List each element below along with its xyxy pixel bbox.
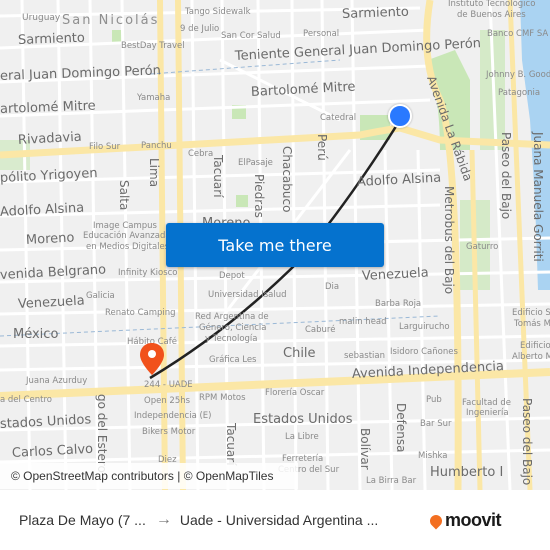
street-label: Paseo del Bajo [520, 398, 534, 486]
poi-label[interactable]: 9 de Julio [180, 25, 219, 34]
street-label: Paseo del Bajo [499, 132, 513, 220]
poi-label[interactable]: Filo Sur [89, 143, 120, 152]
brand-name: moovit [445, 510, 502, 530]
poi-label[interactable]: Personal [303, 30, 339, 39]
moovit-logo[interactable]: moovit [427, 510, 502, 531]
poi-label[interactable]: Dia [325, 283, 339, 292]
poi-label[interactable]: Patagonia [498, 89, 540, 98]
street-label: Rivadavia [17, 129, 83, 148]
map[interactable]: San Nicolás Uruguay Sarmiento Sarmiento … [0, 0, 550, 490]
street-label: go del Estero [95, 394, 109, 473]
poi-label[interactable]: Juana Azurduy [26, 377, 87, 386]
destination-name: Uade - Universidad Argentina ... [179, 512, 379, 528]
poi-label[interactable]: y Tecnología [205, 335, 258, 344]
street-label: Tacuarí [211, 155, 225, 198]
street-label: Chile [283, 346, 316, 361]
take-me-there-button[interactable]: Take me there [166, 223, 384, 267]
origin-name: Plaza De Mayo (7 ... [19, 512, 146, 528]
arrow-right-icon: → [155, 511, 172, 528]
district-label: San Nicolás [62, 13, 160, 28]
street-label: Humberto I [430, 465, 504, 480]
origin-marker[interactable] [388, 104, 412, 128]
poi-label[interactable]: Florería Oscar [265, 389, 324, 398]
street-label: a del Centro [0, 395, 52, 405]
poi-label[interactable]: Ingeniería [466, 409, 509, 418]
poi-label[interactable]: Banco CMF SA [487, 30, 548, 39]
footer: Plaza De Mayo (7 ... → Uade - Universida… [0, 490, 550, 550]
poi-label[interactable]: Cebra [188, 150, 213, 159]
poi-label[interactable]: de Buenos Aires [457, 11, 526, 20]
poi-label[interactable]: Depot [219, 272, 245, 281]
poi-label[interactable]: Image Campus [93, 222, 157, 231]
poi-label[interactable]: en Medios Digitales [86, 243, 169, 252]
poi-label[interactable]: Renato Camping [105, 309, 176, 318]
poi-label[interactable]: Facultad de [462, 399, 511, 408]
poi-label[interactable]: Alberto M [512, 353, 550, 362]
street-label: Estados Unidos [253, 412, 353, 427]
street-label: Venezuela [361, 265, 430, 284]
map-pin-icon [140, 343, 164, 375]
street-label: Uruguay [22, 13, 61, 23]
street-label: Salta [117, 180, 131, 211]
street-label: Juana Manuela Gorriti [531, 132, 545, 262]
street-label: Sarmiento [341, 4, 410, 22]
poi-label[interactable]: Mishka [418, 452, 448, 461]
street-label: Piedras [252, 174, 266, 218]
poi-label[interactable]: Barba Roja [375, 300, 421, 309]
poi-label[interactable]: ElPasaje [238, 159, 273, 168]
poi-label[interactable]: Gráfica Les [209, 356, 256, 365]
poi-label[interactable]: La Birra Bar [366, 477, 416, 486]
street-label: Bolívar [358, 428, 372, 470]
poi-label[interactable]: Tomás M [514, 320, 550, 329]
poi-label[interactable]: Pub [426, 396, 442, 405]
poi-label[interactable]: Independencia (E) [134, 412, 212, 421]
poi-label[interactable]: Panchu [141, 142, 172, 151]
street-label: Venezuela [17, 293, 86, 312]
poi-label[interactable]: RPM Motos [199, 394, 246, 403]
poi-label[interactable]: Instituto Tecnológico [448, 0, 535, 9]
poi-label[interactable]: BestDay Travel [121, 42, 185, 51]
poi-label[interactable]: Galicia [86, 292, 115, 301]
park-small [236, 195, 248, 207]
poi-label[interactable]: Bar Sur [420, 420, 452, 429]
poi-label[interactable]: Universidad Isalud [208, 291, 287, 300]
poi-label[interactable]: Tango Sidewalk [185, 8, 251, 17]
poi-label[interactable]: Isidoro Cañones [390, 348, 458, 357]
street-label: Sarmiento [17, 30, 86, 48]
street-label: Defensa [394, 403, 408, 453]
poi-label[interactable]: Gaturro [466, 243, 498, 252]
street-label: Tacuarí [224, 423, 238, 466]
poi-label[interactable]: La Libre [285, 433, 319, 442]
poi-label[interactable]: Johnny B. Good [486, 71, 550, 80]
map-attribution[interactable]: © OpenStreetMap contributors | © OpenMap… [0, 463, 298, 489]
moovit-pin-icon [427, 512, 445, 529]
street-label: artolomé Mitre [0, 98, 96, 117]
poi-label[interactable]: San Cor Salud [221, 32, 281, 41]
poi-label[interactable]: Red Argentina de [195, 313, 269, 322]
poi-label[interactable]: Infinity Kiosco [118, 269, 178, 278]
poi-label[interactable]: 244 - UADE [144, 381, 193, 390]
street-label: Lima [147, 158, 161, 188]
poi-label[interactable]: Edificio [520, 342, 550, 351]
poi-label[interactable]: Open 25hs [144, 397, 190, 406]
poi-label[interactable]: Larguirucho [399, 323, 450, 332]
poi-label[interactable]: sebastian [344, 352, 385, 361]
poi-label[interactable]: Caburé [305, 326, 335, 335]
street-label: México [13, 327, 59, 342]
street-label: Perú [315, 134, 329, 161]
poi-label[interactable]: Bikers Motor [142, 428, 195, 437]
poi-label[interactable]: Educación Avanzada [83, 232, 171, 241]
poi-label[interactable]: malin head [339, 318, 387, 327]
poi-label[interactable]: Yamaha [137, 94, 170, 103]
street-label: Metrobus del Bajo [442, 186, 456, 295]
poi-label[interactable]: Edificio S [512, 309, 550, 318]
street-label: Chacabuco [280, 146, 294, 213]
poi-label[interactable]: Catedral [320, 114, 356, 123]
street-label: Moreno [25, 230, 75, 248]
poi-label[interactable]: Género, Ciencia [199, 324, 267, 333]
